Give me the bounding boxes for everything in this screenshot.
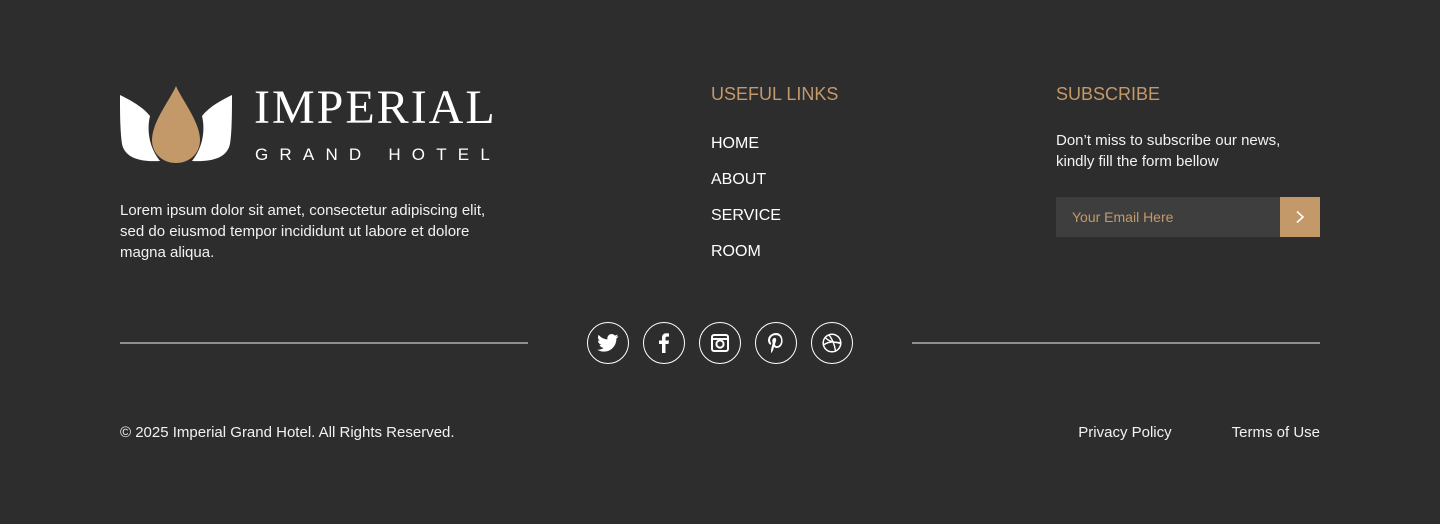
- subscribe-heading: SUBSCRIBE: [1056, 84, 1161, 104]
- facebook-link[interactable]: [643, 322, 685, 364]
- email-input[interactable]: [1056, 197, 1280, 237]
- subscribe-text: Don’t miss to subscribe our news, kindly…: [1056, 132, 1281, 170]
- divider-left: [120, 342, 528, 344]
- brand-subtitle: GRAND HOTEL: [255, 145, 501, 164]
- copyright-text: © 2025 Imperial Grand Hotel. All Rights …: [120, 424, 455, 441]
- privacy-policy-link[interactable]: Privacy Policy: [1078, 423, 1171, 443]
- legal-links: Privacy Policy Terms of Use: [1078, 423, 1320, 443]
- instagram-icon: [711, 334, 729, 352]
- brand-logo[interactable]: IMPERIAL GRAND HOTEL: [120, 84, 495, 166]
- site-footer: IMPERIAL GRAND HOTEL Lorem ipsum dolor s…: [0, 0, 1440, 524]
- twitter-icon: [597, 334, 619, 352]
- footer-link-home[interactable]: HOME: [711, 135, 759, 152]
- social-links: [587, 322, 853, 364]
- subscribe-submit-button[interactable]: [1280, 197, 1320, 237]
- brand-title: IMPERIAL: [254, 81, 497, 134]
- useful-links-heading: USEFUL LINKS: [711, 84, 839, 104]
- pinterest-link[interactable]: [755, 322, 797, 364]
- subscribe-section: SUBSCRIBE Don’t miss to subscribe our ne…: [1056, 82, 1320, 237]
- footer-link-about[interactable]: ABOUT: [711, 171, 766, 188]
- footer-link-room[interactable]: ROOM: [711, 243, 761, 260]
- lotus-drop-icon: [120, 86, 232, 163]
- useful-links: USEFUL LINKS HOME ABOUT SERVICE ROOM: [711, 82, 838, 276]
- brand-description: Lorem ipsum dolor sit amet, consectetur …: [120, 202, 486, 261]
- useful-links-list: HOME ABOUT SERVICE ROOM: [711, 132, 838, 276]
- twitter-link[interactable]: [587, 322, 629, 364]
- divider-right: [912, 342, 1320, 344]
- dribbble-link[interactable]: [811, 322, 853, 364]
- subscribe-form: [1056, 197, 1320, 237]
- facebook-icon: [659, 333, 669, 353]
- dribbble-icon: [822, 333, 842, 353]
- terms-of-use-link[interactable]: Terms of Use: [1232, 423, 1320, 443]
- footer-link-service[interactable]: SERVICE: [711, 207, 781, 224]
- instagram-link[interactable]: [699, 322, 741, 364]
- pinterest-icon: [768, 333, 783, 353]
- chevron-right-icon: [1296, 210, 1305, 224]
